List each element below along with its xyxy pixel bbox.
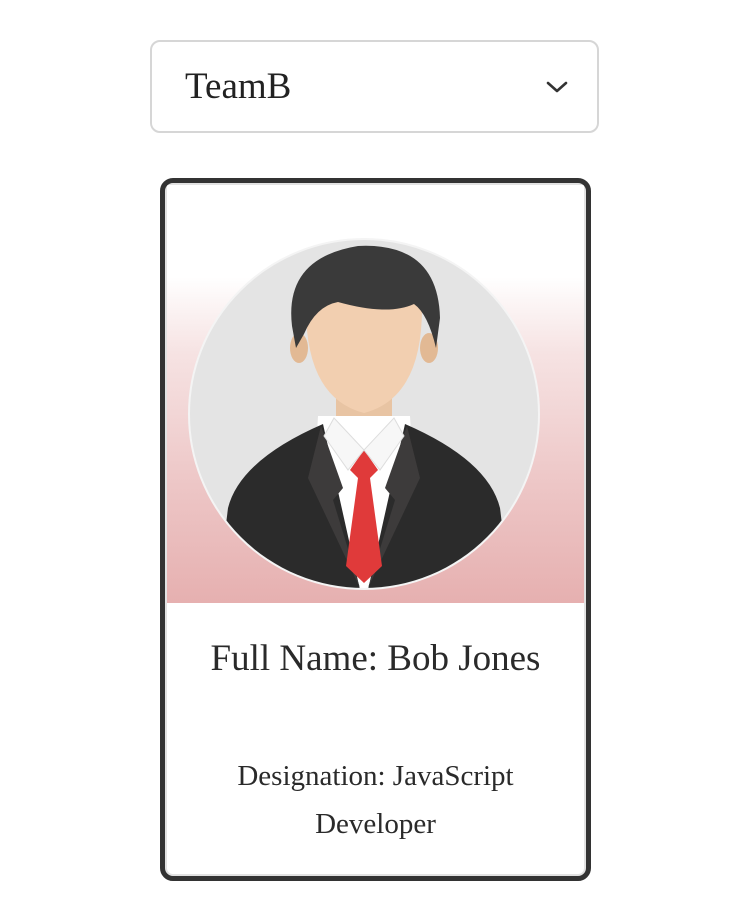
- designation-text: Designation: JavaScript Developer: [237, 760, 514, 840]
- team-select-dropdown[interactable]: TeamB: [150, 40, 599, 133]
- team-select-value: TeamB: [185, 66, 292, 107]
- full-name-text: Full Name: Bob Jones: [210, 638, 541, 679]
- businessman-avatar-icon: [188, 238, 540, 590]
- chevron-down-icon: [546, 81, 568, 93]
- card-banner: [167, 185, 584, 603]
- profile-card: Full Name: Bob Jones Designation: JavaSc…: [160, 178, 591, 881]
